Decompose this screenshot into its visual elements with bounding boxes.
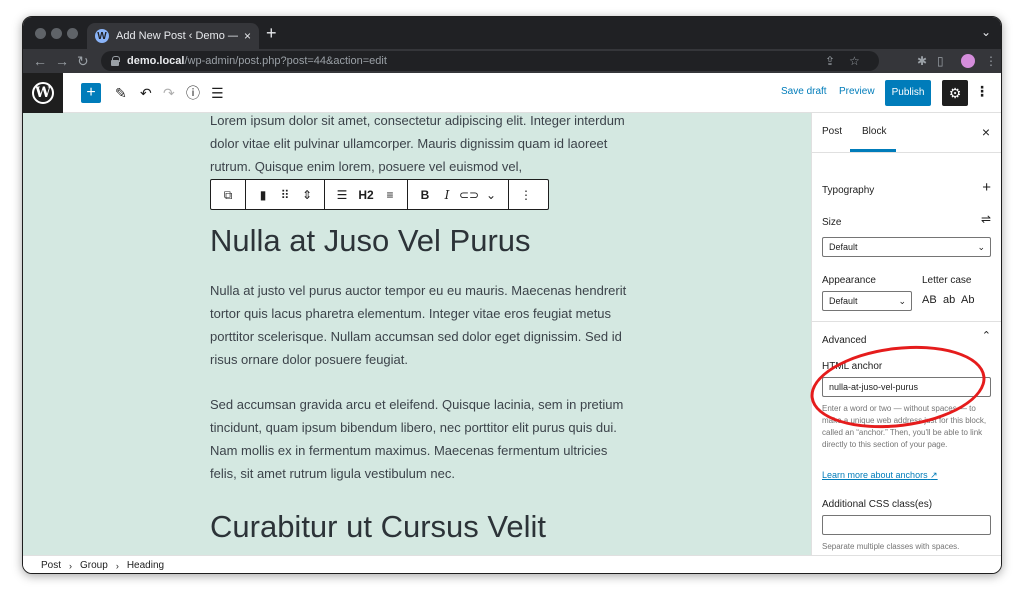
- heading-block[interactable]: Curabitur ut Cursus Velit: [210, 509, 546, 545]
- chevron-down-icon: ⌄: [898, 296, 906, 306]
- block-toolbar: ⧉ ▮ ⠿ ⇕ ☰ H2 ≡ B I ⊂⊃ ⌄ ⋮: [210, 179, 549, 210]
- wordpress-logo-icon: W: [32, 82, 54, 104]
- settings-gear-icon[interactable]: ⚙: [942, 80, 968, 106]
- html-anchor-help-text: Enter a word or two — without spaces — t…: [822, 404, 987, 449]
- bookmark-icon[interactable]: ▮: [252, 181, 274, 209]
- css-class-help-text: Separate multiple classes with spaces.: [822, 542, 960, 551]
- breadcrumb-item-group[interactable]: Group: [80, 560, 108, 571]
- appearance-select[interactable]: Default ⌄: [822, 291, 912, 311]
- reload-icon[interactable]: ↻: [77, 53, 89, 69]
- size-select[interactable]: Default ⌄: [822, 237, 991, 257]
- bold-button[interactable]: B: [414, 181, 436, 209]
- uppercase-option[interactable]: AB: [922, 294, 937, 306]
- list-view-icon[interactable]: ☰: [211, 84, 224, 102]
- lock-icon: [111, 56, 120, 66]
- drag-handle-icon[interactable]: ⠿: [274, 181, 296, 209]
- browser-menu-icon[interactable]: ⋮: [985, 54, 997, 68]
- wordpress-favicon-icon: W: [95, 29, 109, 43]
- editor-canvas: Lorem ipsum dolor sit amet, consectetur …: [23, 113, 811, 555]
- typography-options-plus-icon[interactable]: +: [982, 179, 991, 196]
- save-draft-button[interactable]: Save draft: [781, 86, 827, 97]
- block-options-icon[interactable]: ⋮: [515, 181, 537, 209]
- editor-header: W + ✎ ↶ ↷ ⓘ ☰ Save draft Preview Publish…: [23, 73, 1001, 113]
- parent-block-icon[interactable]: ⧉: [217, 181, 239, 209]
- paragraph-block[interactable]: Lorem ipsum dolor sit amet, consectetur …: [210, 113, 630, 178]
- more-formats-chevron-icon[interactable]: ⌄: [480, 181, 502, 209]
- side-panel-icon[interactable]: ▯: [937, 54, 944, 68]
- tab-close-icon[interactable]: ×: [244, 29, 251, 43]
- custom-size-sliders-icon[interactable]: ⇌: [981, 212, 991, 226]
- html-anchor-label: HTML anchor: [822, 361, 883, 372]
- breadcrumb-item-heading[interactable]: Heading: [127, 560, 164, 571]
- active-tab-indicator: [850, 149, 896, 152]
- sidebar-tabs: Post Block ×: [812, 113, 1001, 153]
- url-host: demo.local: [127, 55, 185, 67]
- bookmark-star-icon[interactable]: ☆: [849, 54, 860, 68]
- paragraph-block[interactable]: Sed accumsan gravida arcu et eleifend. Q…: [210, 393, 630, 485]
- undo-icon[interactable]: ↶: [140, 84, 152, 102]
- forward-arrow-icon[interactable]: →: [55, 53, 69, 69]
- settings-sidebar: Post Block × Typography + Size ⇌ Default…: [811, 113, 1001, 555]
- chevron-up-icon[interactable]: ⌃: [982, 329, 991, 342]
- link-icon[interactable]: ⊂⊃: [458, 181, 480, 209]
- tab-search-chevron-icon[interactable]: ⌄: [981, 25, 991, 39]
- new-tab-button[interactable]: +: [266, 24, 277, 42]
- address-bar[interactable]: demo.local /wp-admin/post.php?post=44&ac…: [101, 51, 879, 71]
- pencil-tools-icon[interactable]: ✎: [115, 84, 127, 102]
- redo-icon[interactable]: ↷: [163, 84, 175, 102]
- align-block-icon[interactable]: ☰: [331, 181, 353, 209]
- advanced-panel-title[interactable]: Advanced: [822, 335, 866, 346]
- share-icon[interactable]: ⇪: [825, 54, 835, 68]
- window-zoom-dot[interactable]: [67, 28, 78, 39]
- chevron-right-icon: ›: [115, 560, 119, 571]
- letter-case-label: Letter case: [922, 275, 972, 286]
- info-icon[interactable]: ⓘ: [186, 84, 200, 102]
- external-link-icon: ↗: [930, 470, 938, 480]
- css-class-input[interactable]: [822, 515, 991, 535]
- paragraph-block[interactable]: Nulla at justo vel purus auctor tempor e…: [210, 279, 630, 371]
- italic-button[interactable]: I: [436, 181, 458, 209]
- css-class-label: Additional CSS class(es): [822, 499, 933, 510]
- chevron-down-icon: ⌄: [977, 242, 985, 252]
- breadcrumb-item-post[interactable]: Post: [41, 560, 61, 571]
- size-label: Size: [822, 217, 842, 228]
- options-menu-icon[interactable]: ⋮: [975, 83, 989, 100]
- block-breadcrumb: Post › Group › Heading: [23, 555, 1001, 573]
- tab-block[interactable]: Block: [862, 126, 886, 137]
- move-up-down-icon[interactable]: ⇕: [296, 181, 318, 209]
- capitalize-option[interactable]: Ab: [961, 294, 974, 306]
- browser-tab-title: Add New Post ‹ Demo — WordPress: [116, 30, 238, 42]
- text-align-icon[interactable]: ≡: [379, 181, 401, 209]
- extensions-puzzle-icon[interactable]: ✱: [917, 54, 927, 68]
- add-block-button[interactable]: +: [81, 83, 101, 103]
- back-arrow-icon[interactable]: ←: [33, 53, 47, 69]
- heading-level-button[interactable]: H2: [353, 181, 379, 209]
- window-minimize-dot[interactable]: [51, 28, 62, 39]
- browser-tab-strip: W Add New Post ‹ Demo — WordPress × + ⌄: [23, 17, 1001, 49]
- learn-more-anchors-link[interactable]: Learn more about anchors ↗: [822, 470, 938, 481]
- profile-avatar-icon[interactable]: [961, 54, 975, 68]
- wordpress-logo[interactable]: W: [23, 73, 63, 113]
- appearance-label: Appearance: [822, 275, 876, 286]
- chevron-right-icon: ›: [69, 560, 73, 571]
- browser-tab[interactable]: W Add New Post ‹ Demo — WordPress ×: [87, 23, 259, 49]
- browser-toolbar: ← → ↻ demo.local /wp-admin/post.php?post…: [23, 49, 1001, 73]
- browser-window: W Add New Post ‹ Demo — WordPress × + ⌄ …: [22, 16, 1002, 574]
- window-close-dot[interactable]: [35, 28, 46, 39]
- tab-post[interactable]: Post: [822, 126, 842, 137]
- typography-panel-title[interactable]: Typography: [822, 185, 874, 196]
- preview-button[interactable]: Preview: [839, 86, 875, 97]
- heading-block[interactable]: Nulla at Juso Vel Purus: [210, 223, 531, 259]
- url-path: /wp-admin/post.php?post=44&action=edit: [184, 55, 387, 67]
- close-sidebar-icon[interactable]: ×: [982, 124, 990, 140]
- lowercase-option[interactable]: ab: [943, 294, 955, 306]
- html-anchor-input[interactable]: nulla-at-juso-vel-purus: [822, 377, 991, 397]
- publish-button[interactable]: Publish: [885, 80, 931, 106]
